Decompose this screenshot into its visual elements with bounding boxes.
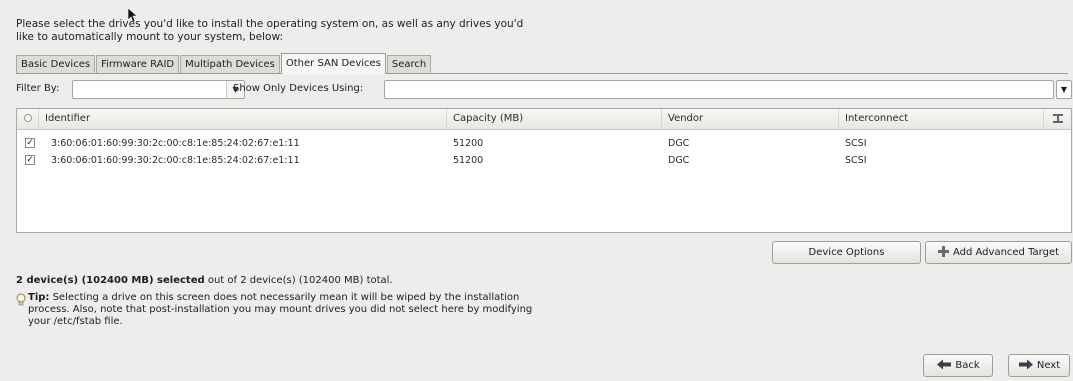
filter-row: Filter By: ▼ Show Only Devices Using: ▼ — [16, 79, 1072, 101]
filter-by-label: Filter By: — [16, 83, 60, 94]
back-button[interactable]: Back — [923, 354, 993, 377]
instruction-text: Please select the drives you'd like to i… — [16, 18, 524, 43]
cell-interconnect: SCSI — [845, 155, 867, 166]
back-arrow-icon — [937, 359, 952, 370]
table-row[interactable]: ✓ 3:60:06:01:60:99:30:2c:00:c8:1e:85:24:… — [17, 136, 1071, 151]
selection-summary: 2 device(s) (102400 MB) selected out of … — [16, 275, 393, 286]
radio-icon — [23, 114, 32, 122]
cell-identifier: 3:60:06:01:60:99:30:2c:00:c8:1e:85:24:02… — [51, 138, 300, 149]
device-options-button[interactable]: Device Options — [772, 241, 921, 264]
device-type-tabs: Basic Devices Firmware RAID Multipath De… — [16, 53, 432, 74]
filter-by-combo[interactable]: ▼ — [72, 80, 245, 99]
devices-table: Identifier Capacity (MB) Vendor Intercon… — [16, 108, 1072, 233]
next-label: Next — [1036, 360, 1061, 371]
column-selector-button[interactable] — [1044, 109, 1071, 129]
select-all-header[interactable] — [17, 109, 39, 129]
back-label: Back — [955, 360, 980, 371]
selection-summary-bold: 2 device(s) (102400 MB) selected — [16, 275, 205, 286]
tab-firmware-raid[interactable]: Firmware RAID — [96, 55, 180, 74]
cell-capacity: 51200 — [453, 155, 484, 166]
tab-basic-devices[interactable]: Basic Devices — [16, 55, 96, 74]
cell-identifier: 3:60:06:01:60:99:30:2c:00:c8:1e:85:24:02… — [51, 155, 300, 166]
lightbulb-icon — [16, 293, 26, 306]
column-header-capacity[interactable]: Capacity (MB) — [447, 109, 662, 129]
tip-block: Tip: Selecting a drive on this screen do… — [16, 292, 536, 328]
tab-multipath-devices[interactable]: Multipath Devices — [180, 55, 280, 74]
tip-label: Tip: — [28, 292, 50, 303]
tip-text: Selecting a drive on this screen does no… — [28, 292, 533, 327]
device-options-label: Device Options — [808, 247, 885, 258]
row-checkbox[interactable]: ✓ — [25, 155, 35, 165]
table-header: Identifier Capacity (MB) Vendor Intercon… — [17, 109, 1071, 130]
column-header-vendor[interactable]: Vendor — [662, 109, 839, 129]
show-only-devices-combo[interactable] — [384, 80, 1054, 99]
tab-divider — [16, 73, 1068, 74]
cell-vendor: DGC — [668, 155, 690, 166]
selection-summary-rest: out of 2 device(s) (102400 MB) total. — [204, 275, 393, 286]
show-only-label: Show Only Devices Using: — [233, 83, 364, 94]
cell-interconnect: SCSI — [845, 138, 867, 149]
add-advanced-target-button[interactable]: Add Advanced Target — [925, 241, 1072, 264]
column-header-interconnect[interactable]: Interconnect — [839, 109, 1044, 129]
row-checkbox[interactable]: ✓ — [25, 138, 35, 148]
column-header-identifier[interactable]: Identifier — [39, 109, 447, 129]
column-selector-icon — [1052, 113, 1063, 123]
table-row[interactable]: ✓ 3:60:06:01:60:99:30:2c:00:c8:1e:85:24:… — [17, 153, 1071, 168]
plus-icon — [937, 246, 949, 257]
next-button[interactable]: Next — [1008, 354, 1070, 377]
cell-capacity: 51200 — [453, 138, 484, 149]
add-advanced-target-label: Add Advanced Target — [952, 247, 1060, 258]
cell-vendor: DGC — [668, 138, 690, 149]
tab-search[interactable]: Search — [386, 55, 432, 74]
tab-other-san-devices[interactable]: Other SAN Devices — [280, 53, 386, 74]
chevron-down-icon[interactable]: ▼ — [1056, 80, 1072, 99]
next-arrow-icon — [1018, 359, 1033, 370]
